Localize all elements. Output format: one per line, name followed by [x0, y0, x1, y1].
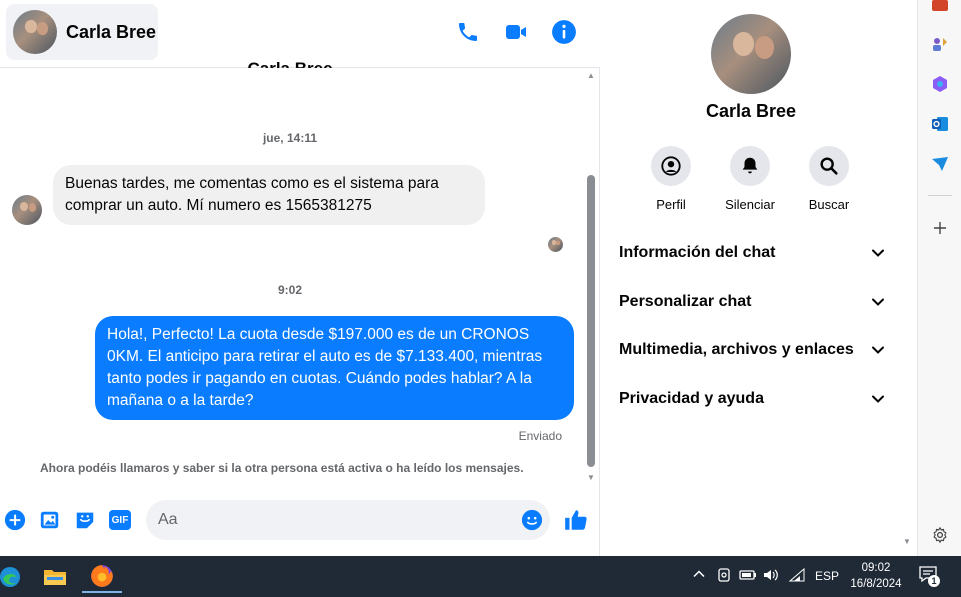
scroll-up-arrow-icon[interactable]: ▲ [587, 71, 595, 80]
search-icon [809, 146, 849, 186]
message-list: jue, 14:11 Buenas tardes, me comentas co… [0, 69, 584, 489]
games-icon[interactable] [930, 34, 950, 54]
notifications-icon[interactable]: 1 [918, 565, 942, 587]
tray-chevron-up-icon[interactable] [692, 567, 706, 584]
chevron-down-icon [872, 298, 884, 306]
toolbox-icon[interactable] [930, 0, 950, 14]
mute-label: Silenciar [725, 197, 775, 212]
info-contact-name: Carla Bree [705, 101, 797, 121]
sticker-icon[interactable] [73, 508, 97, 532]
profile-icon [651, 146, 691, 186]
message-scrollbar[interactable]: ▲ ▼ [584, 69, 598, 483]
chevron-down-icon [872, 249, 884, 257]
contact-chip[interactable]: Carla Bree [6, 4, 158, 60]
contact-avatar [13, 10, 57, 54]
taskbar: ESP 09:02 16/8/2024 1 [0, 556, 961, 597]
system-clock[interactable]: 09:02 16/8/2024 [836, 560, 916, 592]
chevron-down-icon [872, 395, 884, 403]
section-media-files-links[interactable]: Multimedia, archivos y enlaces [619, 335, 885, 365]
chat-panel: Carla Bree Carla Bree jue, 14:11 Buenas … [0, 0, 600, 556]
file-explorer-icon[interactable] [35, 561, 75, 593]
activity-notice: Ahora podéis llamaros y saber si la otra… [40, 461, 524, 475]
sender-avatar [12, 195, 42, 225]
battery-icon[interactable] [738, 567, 758, 586]
message-input[interactable] [158, 511, 518, 529]
chevron-down-icon [872, 346, 884, 354]
search-button[interactable]: Buscar [789, 146, 869, 212]
incoming-message[interactable]: Buenas tardes, me comentas como es el si… [53, 165, 485, 225]
meet-now-icon[interactable] [716, 567, 732, 586]
timestamp: jue, 14:11 [262, 131, 318, 145]
image-icon[interactable] [38, 508, 62, 532]
scrollbar-thumb[interactable] [587, 175, 595, 467]
message-input-box[interactable] [146, 500, 550, 540]
profile-label: Perfil [656, 197, 686, 212]
search-label: Buscar [808, 197, 850, 212]
profile-button[interactable]: Perfil [631, 146, 711, 212]
gif-label: GIF [109, 510, 131, 530]
plus-icon[interactable] [3, 508, 27, 532]
clock-date: 16/8/2024 [850, 578, 902, 590]
settings-gear-icon[interactable] [930, 525, 950, 545]
screen: Carla Bree Carla Bree jue, 14:11 Buenas … [0, 0, 961, 597]
info-avatar[interactable] [711, 14, 791, 94]
mute-button[interactable]: Silenciar [710, 146, 790, 212]
section-label: Personalizar chat [619, 293, 752, 310]
message-status: Enviado [518, 429, 562, 443]
copilot-icon[interactable] [930, 74, 950, 94]
phone-icon[interactable] [454, 18, 482, 46]
thumbs-up-icon[interactable] [563, 507, 589, 533]
info-icon[interactable] [550, 18, 578, 46]
firefox-app-icon[interactable] [82, 561, 122, 593]
send-icon[interactable] [930, 154, 950, 174]
info-scroll-down-arrow-icon[interactable]: ▼ [903, 537, 911, 546]
outlook-icon[interactable] [930, 114, 950, 134]
section-label: Multimedia, archivos y enlaces [619, 341, 854, 358]
outgoing-message[interactable]: Hola!, Perfecto! La cuota desde $197.000… [95, 316, 574, 420]
section-label: Privacidad y ayuda [619, 390, 764, 407]
clock-time: 09:02 [861, 562, 891, 574]
composer: GIF [0, 496, 600, 548]
sidebar-divider [928, 195, 952, 196]
bell-icon [730, 146, 770, 186]
conversation-info-panel: Carla Bree Perfil Silenciar Buscar Infor… [601, 0, 917, 556]
scrolled-contact-title: Carla Bree [0, 54, 580, 68]
volume-icon[interactable] [762, 567, 780, 586]
emoji-icon[interactable] [520, 508, 544, 532]
section-label: Información del chat [619, 244, 776, 261]
section-customize-chat[interactable]: Personalizar chat [619, 287, 885, 317]
wifi-icon[interactable] [788, 567, 806, 586]
timestamp: 9:02 [277, 283, 303, 297]
section-chat-info[interactable]: Información del chat [619, 238, 885, 268]
edge-app-icon[interactable] [0, 561, 30, 593]
gif-icon[interactable]: GIF [108, 508, 132, 532]
contact-name: Carla Bree [66, 21, 157, 42]
add-icon[interactable] [930, 218, 950, 238]
section-privacy-help[interactable]: Privacidad y ayuda [619, 384, 885, 414]
notification-count-badge: 1 [928, 575, 940, 587]
video-icon[interactable] [502, 18, 530, 46]
browser-sidebar [917, 0, 961, 556]
scroll-down-arrow-icon[interactable]: ▼ [587, 473, 595, 482]
read-receipt-avatar [548, 237, 563, 252]
